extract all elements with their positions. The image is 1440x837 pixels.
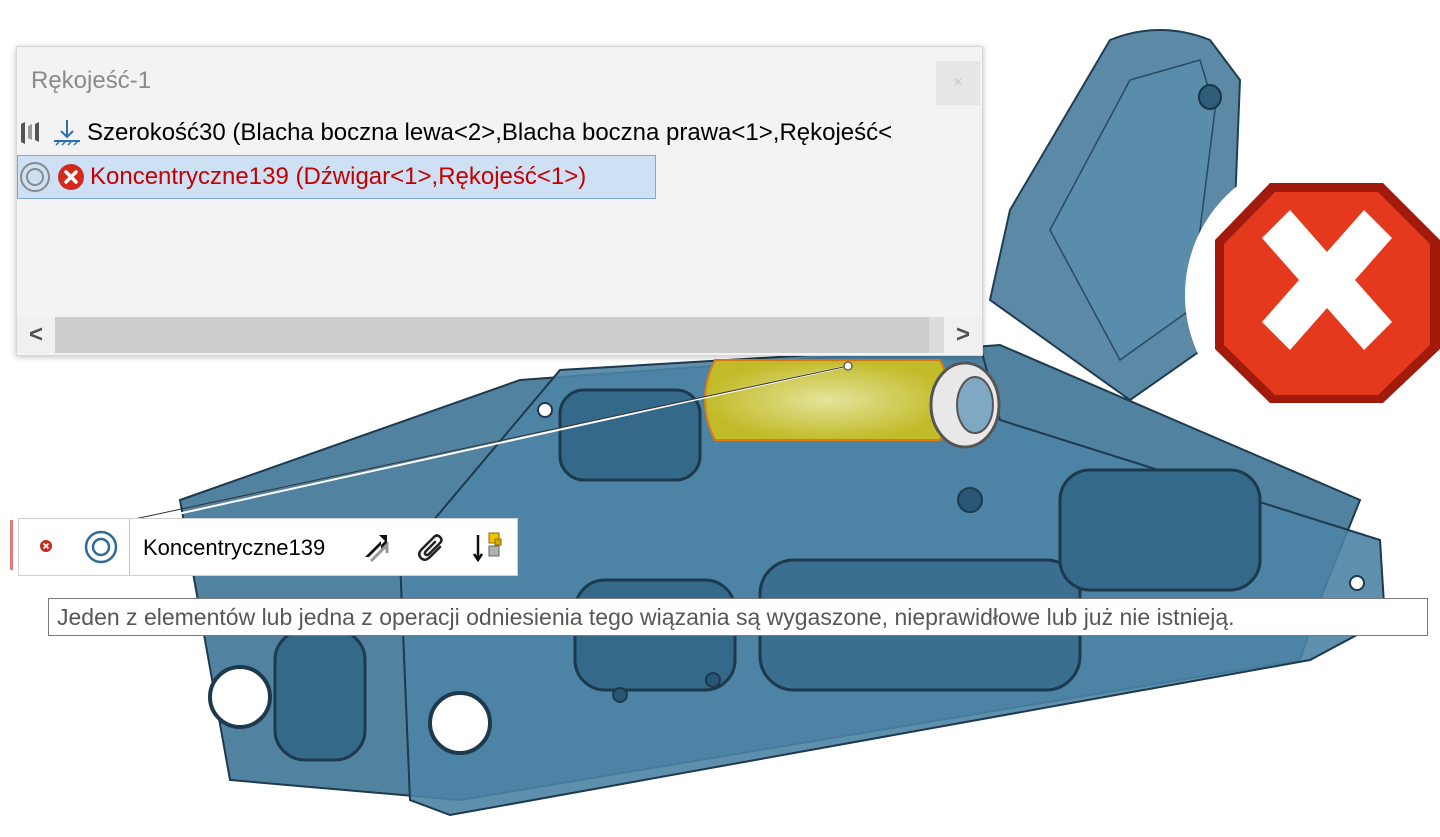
hole-small-2 xyxy=(1349,575,1365,591)
flip-alignment-icon[interactable] xyxy=(359,531,393,570)
bushing-hole xyxy=(956,376,994,434)
context-toolbar: Koncentryczne139 xyxy=(18,518,518,576)
paperclip-icon[interactable] xyxy=(416,531,450,570)
hole-big-1 xyxy=(208,665,272,729)
panel-title: Rękojeść-1 xyxy=(31,67,152,94)
highlighted-shaft xyxy=(704,359,951,441)
horizontal-scrollbar[interactable]: < > xyxy=(17,317,982,353)
scrollbar-thumb[interactable] xyxy=(55,317,929,353)
fixed-ground-icon xyxy=(51,117,83,149)
mates-panel: Rękojeść-1 × Szerokość30 (Blacha boczna … xyxy=(16,46,983,356)
mate-row-label: Szerokość30 (Blacha boczna lewa<2>,Blach… xyxy=(87,119,893,146)
scroll-right-button[interactable]: > xyxy=(944,317,982,353)
hole-big-2 xyxy=(428,691,492,755)
selection-marker xyxy=(10,520,13,570)
error-icon xyxy=(56,162,86,192)
hole-small-4 xyxy=(705,672,721,688)
mate-row-width[interactable]: Szerokość30 (Blacha boczna lewa<2>,Blach… xyxy=(17,113,982,153)
concentric-mate-icon xyxy=(83,529,119,570)
slot-4 xyxy=(1058,468,1262,592)
mate-row-label: Koncentryczne139 (Dźwigar<1>,Rękojeść<1>… xyxy=(90,163,587,190)
concentric-mate-icon xyxy=(18,160,52,194)
slot-5 xyxy=(273,628,367,762)
tooltip-text: Jeden z elementów lub jedna z operacji o… xyxy=(57,603,1235,630)
mate-row-concentric[interactable]: Koncentryczne139 (Dźwigar<1>,Rękojeść<1>… xyxy=(17,155,656,199)
hole-small-1 xyxy=(537,402,553,418)
hole-small-3 xyxy=(612,687,628,703)
error-icon xyxy=(39,539,53,558)
hole-small-5 xyxy=(957,487,983,513)
width-mate-icon xyxy=(17,118,47,148)
scroll-left-button[interactable]: < xyxy=(17,317,55,353)
mate-order-icon[interactable] xyxy=(471,529,507,572)
close-button[interactable]: × xyxy=(936,61,980,105)
mate-name: Koncentryczne139 xyxy=(143,535,326,560)
leader-endpoint xyxy=(843,361,853,371)
error-tooltip: Jeden z elementów lub jedna z operacji o… xyxy=(48,598,1428,636)
toolbar-separator xyxy=(129,519,130,575)
arm-hole xyxy=(1198,84,1222,110)
